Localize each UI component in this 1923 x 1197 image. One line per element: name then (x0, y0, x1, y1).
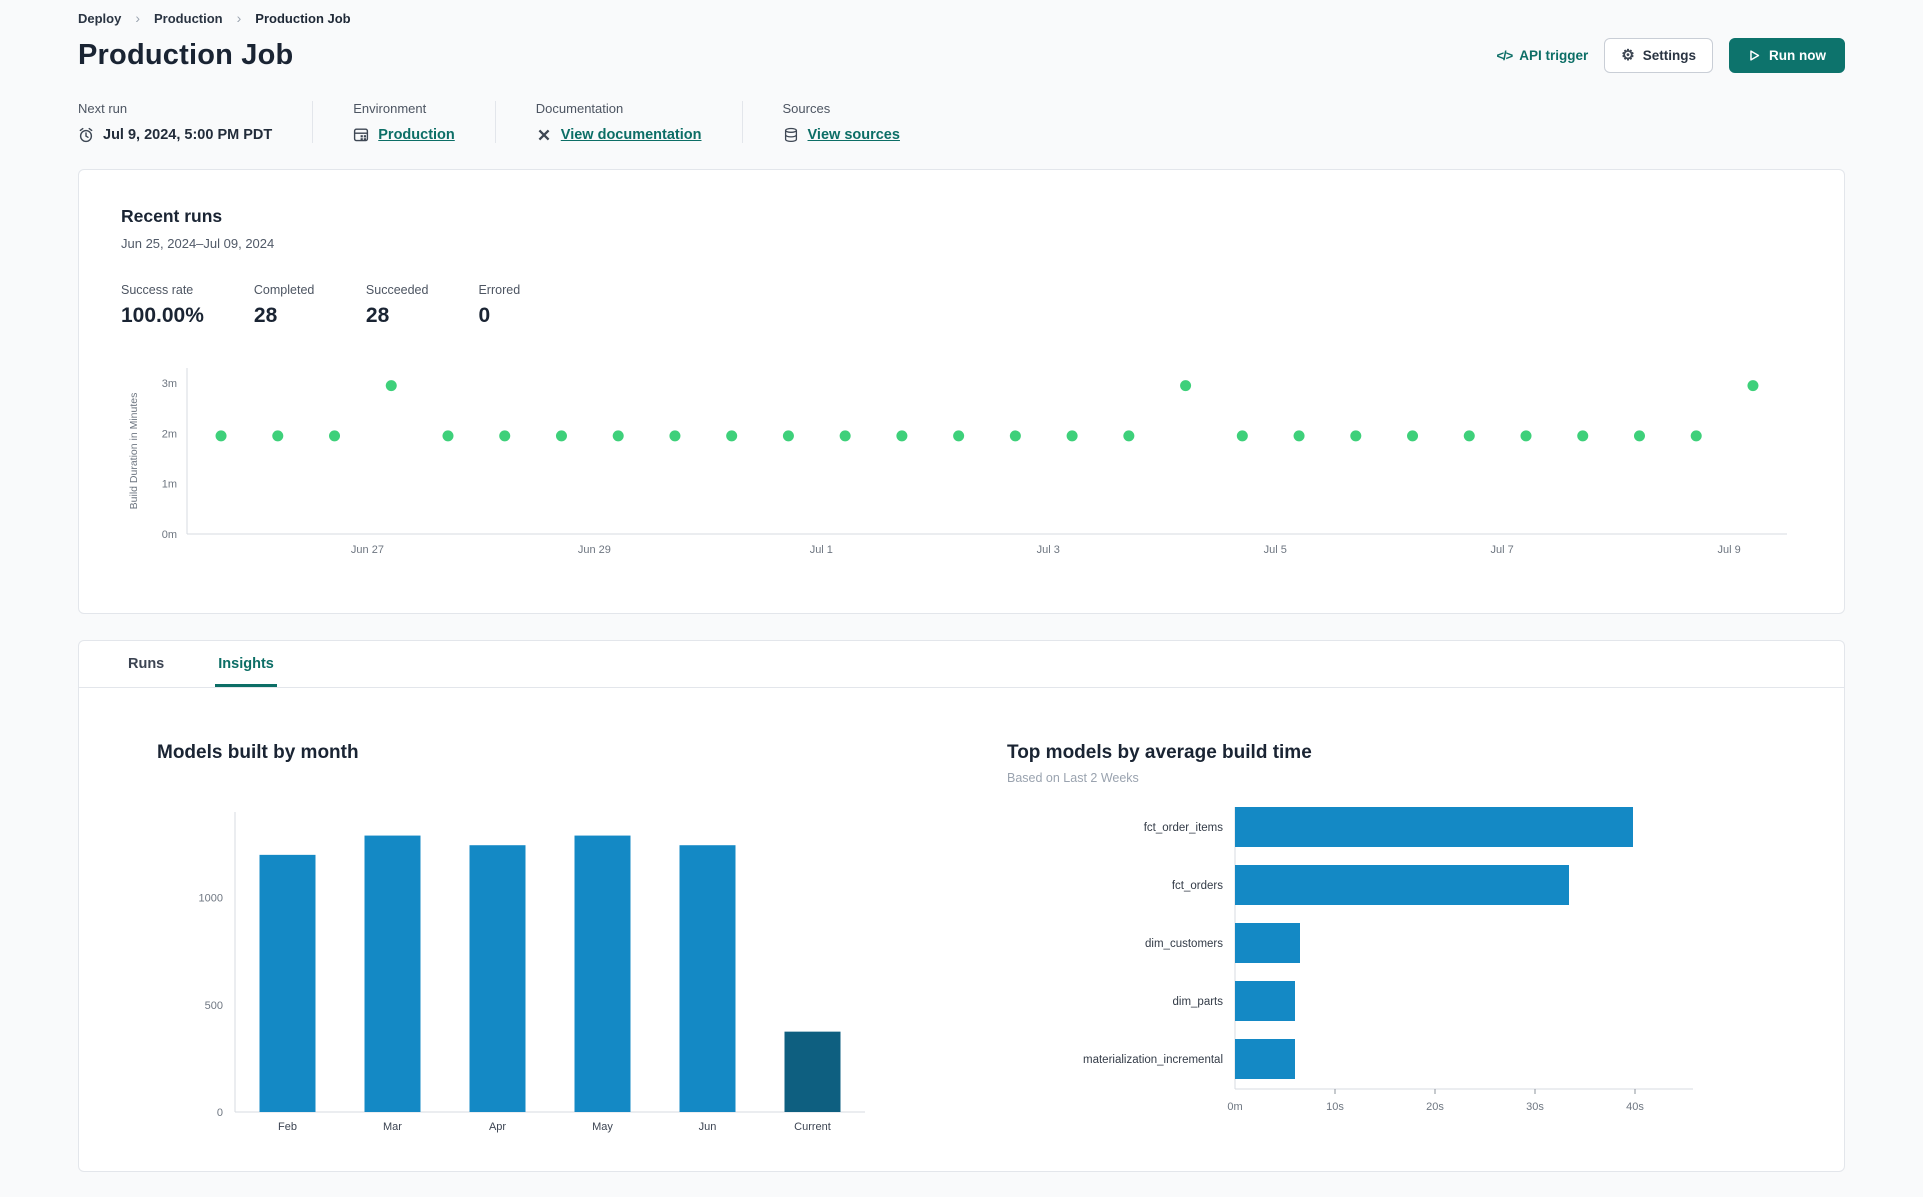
header-actions: </> API trigger ⚙ Settings Run now (1496, 38, 1845, 73)
tab-insights[interactable]: Insights (215, 641, 277, 687)
next-run-group: Next run Jul 9, 2024, 5:00 PM PDT (78, 101, 314, 143)
gear-icon: ⚙ (1621, 47, 1635, 64)
svg-text:Current: Current (794, 1121, 831, 1133)
svg-text:0m: 0m (1227, 1101, 1242, 1113)
svg-text:Feb: Feb (278, 1121, 297, 1133)
top-models-block: Top models by average build time Based o… (1007, 742, 1707, 1143)
top-models-title: Top models by average build time (1007, 742, 1312, 763)
next-run-value: Jul 9, 2024, 5:00 PM PDT (103, 127, 273, 143)
insights-panel: Models built by month 0 500 1000 Feb Mar Apr M… (79, 688, 1844, 1143)
environment-label: Environment (353, 101, 427, 116)
next-run-label: Next run (78, 101, 128, 116)
svg-text:30s: 30s (1526, 1101, 1544, 1113)
svg-text:Jul 5: Jul 5 (1264, 544, 1287, 556)
models-built-by-month-chart: 0 500 1000 Feb Mar Apr May Jun Current (157, 782, 947, 1143)
svg-text:2m: 2m (162, 428, 177, 440)
chevron-right-icon: › (236, 10, 242, 26)
documentation-group: Documentation View documentation (536, 101, 743, 143)
svg-text:3m: 3m (162, 378, 177, 390)
alarm-clock-icon (79, 127, 93, 143)
svg-text:May: May (592, 1121, 613, 1133)
top-models-subtitle: Based on Last 2 Weeks (1007, 771, 1139, 785)
stat-completed: Completed 28 (253, 283, 315, 327)
breadcrumb-production[interactable]: Production (154, 11, 223, 26)
settings-button[interactable]: ⚙ Settings (1604, 38, 1713, 73)
models-built-by-month-title: Models built by month (157, 742, 359, 763)
database-icon (784, 127, 797, 143)
runs-insights-card: Runs Insights Models built by month 0 500… (78, 640, 1845, 1172)
environment-link[interactable]: Production (378, 127, 455, 143)
svg-text:500: 500 (205, 1000, 223, 1012)
tab-bar: Runs Insights (79, 641, 1844, 688)
run-now-button[interactable]: Run now (1729, 38, 1845, 73)
svg-text:0: 0 (217, 1107, 223, 1119)
settings-label: Settings (1642, 48, 1696, 63)
dbt-docs-icon (538, 129, 550, 141)
sources-label: Sources (782, 101, 831, 116)
svg-text:Apr: Apr (489, 1121, 506, 1133)
svg-text:10s: 10s (1326, 1101, 1344, 1113)
svg-text:1000: 1000 (199, 893, 223, 905)
environment-icon (354, 128, 369, 142)
tab-runs[interactable]: Runs (125, 641, 167, 687)
svg-text:Mar: Mar (383, 1121, 402, 1133)
run-now-label: Run now (1769, 48, 1826, 63)
breadcrumb-deploy[interactable]: Deploy (78, 11, 121, 26)
svg-text:Jul 3: Jul 3 (1037, 544, 1060, 556)
view-sources-link[interactable]: View sources (808, 127, 900, 143)
svg-text:Jun 29: Jun 29 (578, 544, 611, 556)
sources-group: Sources View sources (783, 101, 940, 143)
production-job-page: Deploy › Production › Production Job Pro… (0, 0, 1923, 1172)
build-duration-scatter-chart: 0m 1m 2m 3m Build Duration in Minutes Jun 27 J… (121, 358, 1802, 569)
svg-text:20s: 20s (1426, 1101, 1444, 1113)
svg-text:0m: 0m (162, 529, 177, 541)
job-info-bar: Next run Jul 9, 2024, 5:00 PM PDT Enviro… (78, 101, 1845, 143)
recent-runs-title: Recent runs (121, 206, 223, 226)
view-documentation-link[interactable]: View documentation (561, 127, 702, 143)
recent-runs-card: Recent runs Jun 25, 2024–Jul 09, 2024 Su… (78, 169, 1845, 614)
chevron-right-icon: › (135, 10, 141, 26)
top-models-chart: 0m 10s 20s 30s 40s fct_order_items fct_ordersd… (1007, 799, 1707, 1126)
stat-success-rate: Success rate 100.00% (121, 283, 204, 327)
svg-text:fct_order_items: fct_order_items (1144, 822, 1224, 834)
recent-runs-stats: Success rate 100.00% Completed 28 Succee… (121, 283, 1802, 328)
svg-text:dim_parts: dim_parts (1173, 996, 1224, 1008)
svg-text:fct_orders: fct_orders (1172, 880, 1223, 892)
svg-text:materialization_incremental: materialization_incremental (1083, 1054, 1223, 1066)
stat-errored: Errored 0 (478, 283, 521, 327)
page-header: Production Job </> API trigger ⚙ Setting… (78, 38, 1845, 73)
page-title: Production Job (78, 39, 294, 71)
recent-runs-date-range: Jun 25, 2024–Jul 09, 2024 (121, 236, 275, 251)
stat-succeeded: Succeeded 28 (365, 283, 429, 327)
svg-text:Build Duration in Minutes: Build Duration in Minutes (128, 393, 140, 510)
code-icon: </> (1496, 48, 1513, 63)
svg-text:dim_customers: dim_customers (1145, 938, 1223, 950)
svg-text:Jun 27: Jun 27 (351, 544, 384, 556)
environment-group: Environment Production (353, 101, 496, 143)
svg-text:40s: 40s (1626, 1101, 1644, 1113)
documentation-label: Documentation (535, 101, 624, 116)
play-icon (1750, 50, 1760, 61)
breadcrumb: Deploy › Production › Production Job (78, 0, 1845, 26)
svg-text:Jul 1: Jul 1 (810, 544, 833, 556)
svg-text:Jul 9: Jul 9 (1718, 544, 1741, 556)
breadcrumb-current: Production Job (255, 10, 351, 26)
svg-text:1m: 1m (162, 479, 177, 491)
svg-text:Jun: Jun (699, 1121, 717, 1133)
svg-text:Jul 7: Jul 7 (1491, 544, 1514, 556)
api-trigger-link[interactable]: </> API trigger (1496, 48, 1588, 63)
api-trigger-label: API trigger (1519, 48, 1589, 63)
models-built-by-month-block: Models built by month 0 500 1000 Feb Mar Apr M… (157, 742, 947, 1143)
